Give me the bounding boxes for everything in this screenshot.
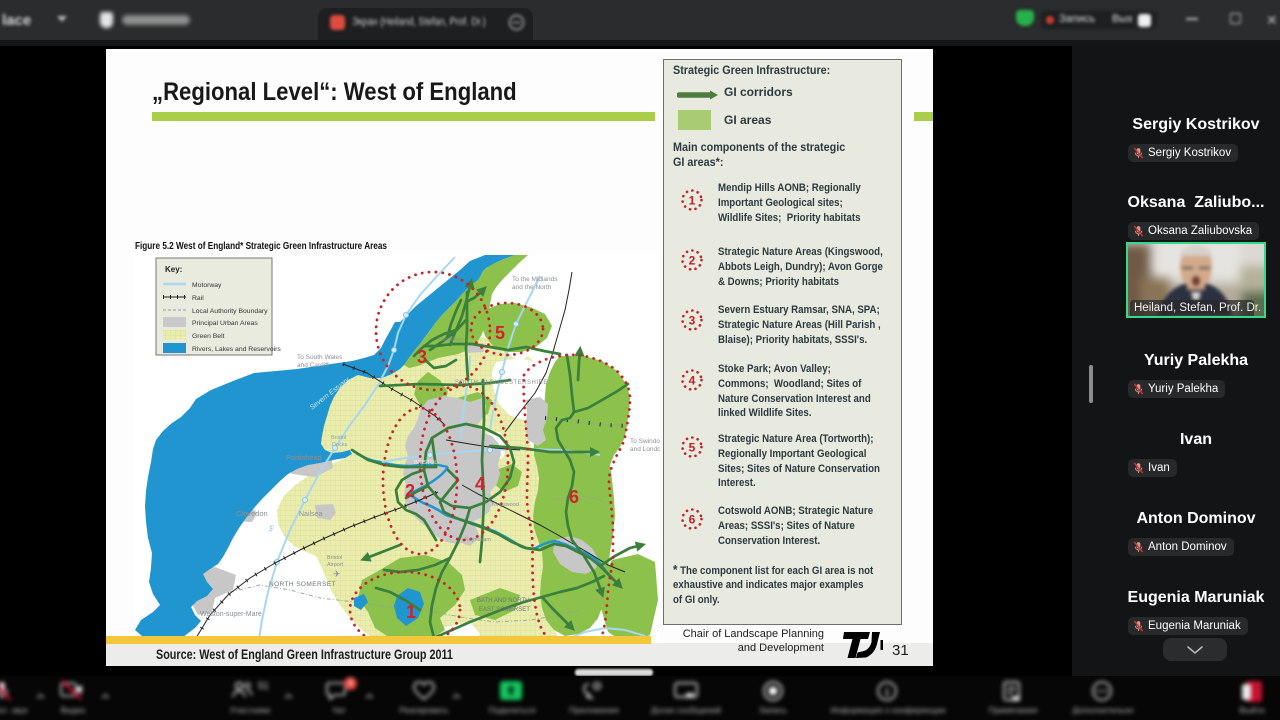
svg-text:BATH AND NORTH: BATH AND NORTH	[477, 598, 529, 604]
svg-text:2: 2	[405, 481, 415, 501]
svg-text:✈: ✈	[333, 569, 341, 579]
svg-text:Thornbury: Thornbury	[438, 337, 463, 343]
svg-text:EAST SOMERSET: EAST SOMERSET	[479, 607, 530, 613]
svg-text:1: 1	[406, 602, 416, 622]
svg-text:Motorway: Motorway	[192, 282, 222, 289]
svg-text:Clevedon: Clevedon	[236, 509, 268, 518]
svg-text:Local Authority Boundary: Local Authority Boundary	[192, 308, 268, 315]
svg-text:Bristol: Bristol	[327, 555, 342, 561]
svg-text:To South Wales: To South Wales	[297, 354, 343, 361]
svg-text:Bristol: Bristol	[331, 435, 346, 441]
svg-text:and the North: and the North	[512, 284, 552, 291]
svg-text:3: 3	[417, 347, 427, 367]
svg-text:To the Midlands: To the Midlands	[512, 276, 558, 283]
svg-text:6: 6	[689, 513, 696, 527]
svg-text:5: 5	[495, 323, 505, 343]
svg-text:5: 5	[689, 441, 696, 455]
svg-text:and Cardiff: and Cardiff	[297, 362, 329, 369]
svg-text:1: 1	[689, 194, 696, 208]
svg-text:2: 2	[689, 254, 696, 268]
svg-text:i: i	[885, 684, 889, 699]
svg-text:4: 4	[475, 474, 485, 494]
svg-text:Key:: Key:	[165, 265, 182, 274]
svg-text:Docks: Docks	[332, 442, 348, 448]
svg-text:6: 6	[569, 487, 579, 507]
svg-text:To Swindon: To Swindon	[630, 438, 660, 445]
svg-text:3: 3	[689, 314, 696, 328]
svg-text:SOUTH GLOUCESTERSHIRE: SOUTH GLOUCESTERSHIRE	[455, 380, 548, 386]
svg-text:Weston-super-Mare: Weston-super-Mare	[200, 611, 262, 618]
svg-text:Airport: Airport	[327, 562, 344, 568]
svg-text:Kingswood: Kingswood	[492, 502, 519, 508]
svg-text:Rivers, Lakes and Reservoirs: Rivers, Lakes and Reservoirs	[192, 346, 281, 353]
svg-text:Green Belt: Green Belt	[192, 333, 225, 340]
svg-text:BRISTOL: BRISTOL	[414, 460, 437, 466]
svg-text:and London: and London	[630, 446, 660, 453]
svg-text:NORTH SOMERSET: NORTH SOMERSET	[269, 581, 336, 588]
svg-text:Rail: Rail	[192, 295, 204, 302]
svg-text:Nailsea: Nailsea	[299, 511, 322, 518]
svg-text:4: 4	[689, 374, 696, 388]
svg-text:Principal Urban Areas: Principal Urban Areas	[192, 320, 258, 327]
svg-text:Portishead: Portishead	[286, 453, 322, 462]
svg-text:Keynsham: Keynsham	[465, 537, 491, 543]
